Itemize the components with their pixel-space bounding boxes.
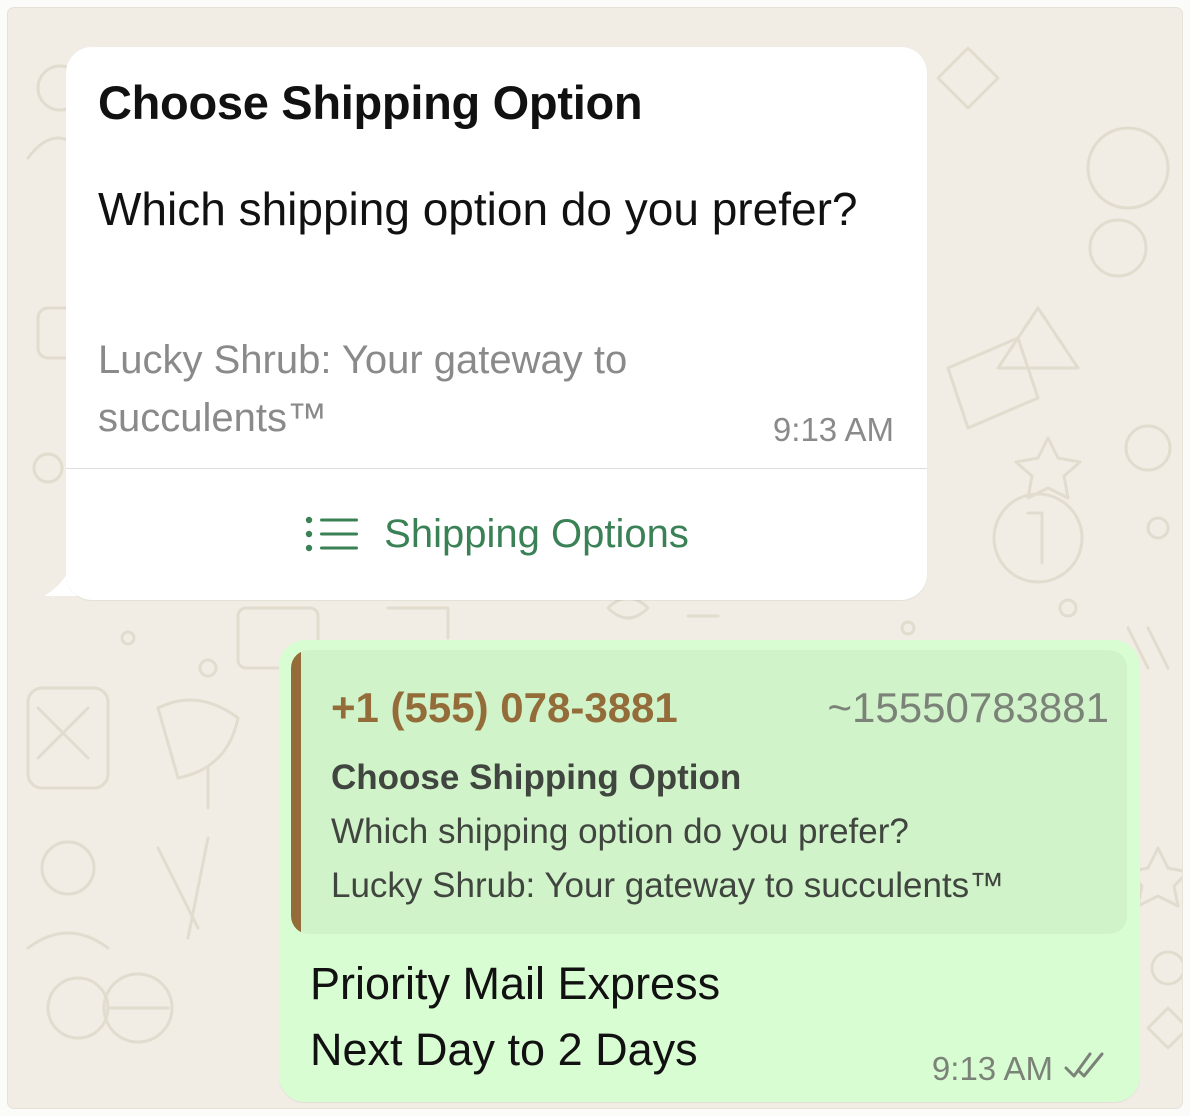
quote-accent-bar: [291, 650, 301, 934]
message-body: Which shipping option do you prefer?: [98, 183, 858, 235]
reply-title: Priority Mail Express: [310, 958, 721, 1009]
reply-description: Next Day to 2 Days: [310, 1024, 698, 1075]
double-check-read-icon: [1064, 1052, 1104, 1078]
shipping-options-label: Shipping Options: [384, 512, 689, 556]
shipping-options-button[interactable]: Shipping Options: [66, 469, 927, 600]
message-timestamp: 9:13 AM: [772, 411, 894, 448]
quoted-message[interactable]: +1 (555) 078-3881 ~15550783881 Choose Sh…: [291, 650, 1127, 934]
quoted-body: Which shipping option do you prefer?: [331, 812, 909, 851]
message-title: Choose Shipping Option: [98, 76, 643, 129]
quoted-title: Choose Shipping Option: [331, 758, 742, 797]
quoted-sender-pushname: ~15550783881: [827, 684, 1109, 731]
chat-background: Choose Shipping Option Which shipping op…: [8, 8, 1182, 1108]
quoted-sender-phone: +1 (555) 078-3881: [331, 684, 678, 731]
quoted-footer: Lucky Shrub: Your gateway to succulents™: [331, 866, 1005, 905]
reply-timestamp: 9:13 AM: [931, 1050, 1053, 1087]
incoming-message-bubble: Choose Shipping Option Which shipping op…: [66, 47, 927, 600]
message-footer: Lucky Shrub: Your gateway to succulents™: [98, 338, 628, 440]
outgoing-message-bubble: +1 (555) 078-3881 ~15550783881 Choose Sh…: [279, 640, 1140, 1102]
list-icon: [305, 516, 359, 551]
